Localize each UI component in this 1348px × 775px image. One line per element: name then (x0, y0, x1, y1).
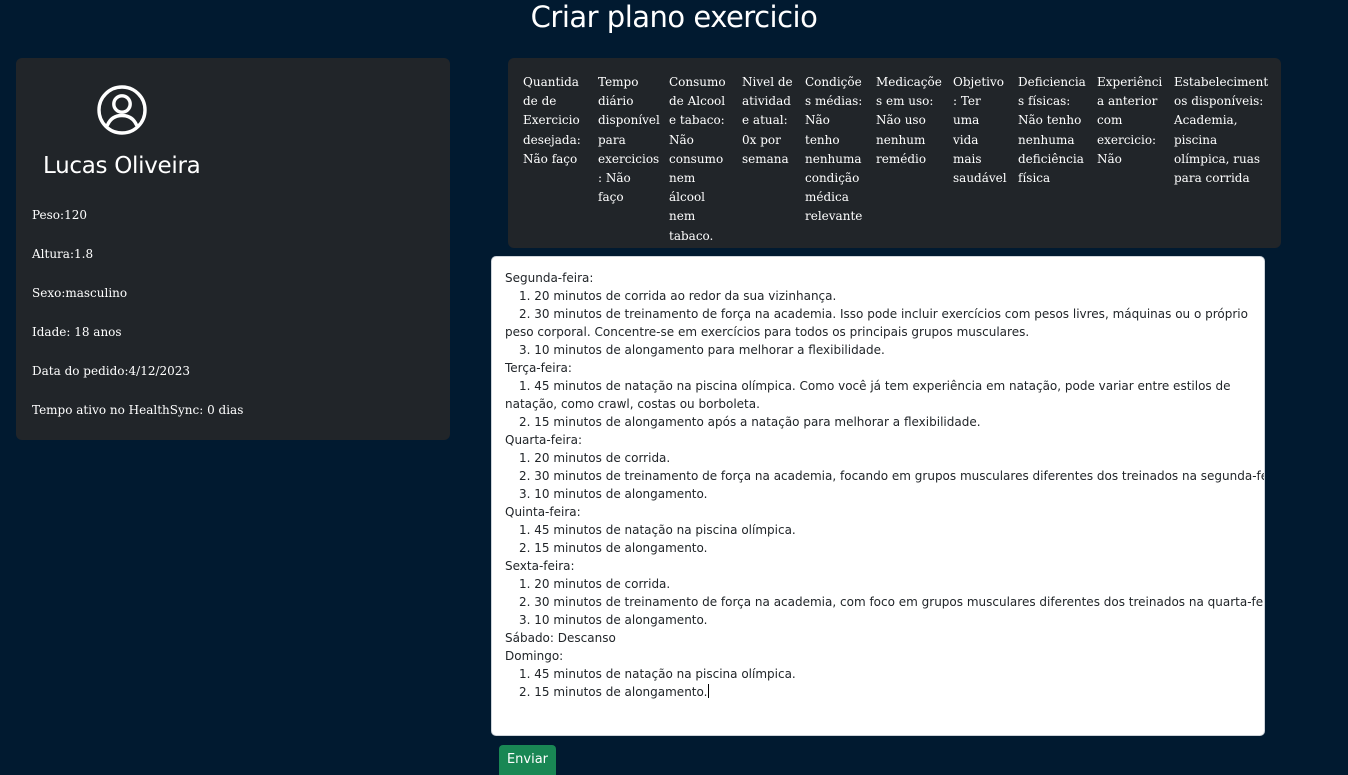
plan-item: 1. 45 minutos de natação na piscina olím… (519, 667, 796, 681)
exercise-plan-textarea[interactable]: Segunda-feira: 1. 20 minutos de corrida … (491, 256, 1265, 736)
day-label: Domingo: (505, 649, 564, 663)
day-label: Terça-feira: (505, 361, 572, 375)
active-time-info: Tempo ativo no HealthSync: 0 dias (32, 403, 244, 417)
plan-item: 2. 30 minutos de treinamento de força na… (519, 595, 1265, 609)
plan-item-text: 2. 15 minutos de alongamento. (519, 685, 708, 699)
plan-item: 3. 10 minutos de alongamento. (519, 613, 708, 627)
plan-item: 2. 30 minutos de treinamento de força na… (505, 307, 1248, 339)
answer-activity-level: Nivel de atividade atual: 0x por semana (742, 75, 793, 166)
sex-info: Sexo:masculino (32, 286, 128, 300)
answer-medical-conditions: Condições médias: Não tenho nenhuma cond… (805, 75, 863, 224)
plan-item: 1. 45 minutos de natação na piscina olím… (519, 523, 796, 537)
plan-item: 1. 20 minutos de corrida. (519, 451, 671, 465)
person-circle-icon (97, 85, 147, 135)
plan-item: 2. 30 minutos de treinamento de força na… (519, 469, 1265, 483)
plan-item: 1. 45 minutos de natação na piscina olím… (505, 379, 1231, 411)
answer-available-facilities: Estabelecimentos disponíveis: Academia, … (1174, 75, 1269, 186)
plan-item: 2. 15 minutos de alongamento após a nata… (519, 415, 981, 429)
day-label: Sábado: Descanso (505, 631, 616, 645)
plan-item: 3. 10 minutos de alongamento. (519, 487, 708, 501)
day-label: Quarta-feira: (505, 433, 582, 447)
answer-goal: Objetivo: Ter uma vida mais saudável (953, 75, 1007, 186)
day-label: Segunda-feira: (505, 271, 594, 285)
plan-item: 3. 10 minutos de alongamento para melhor… (519, 343, 885, 357)
day-label: Sexta-feira: (505, 559, 575, 573)
answer-alcohol-tobacco: Consumo de Alcool e tabaco: Não consumo … (669, 75, 726, 243)
weight-info: Peso:120 (32, 208, 87, 222)
answer-previous-experience: Experiência anterior com exercicio: Não (1097, 75, 1163, 166)
text-cursor (708, 684, 710, 698)
answer-medications: Medicações em uso: Não uso nenhum remédi… (876, 75, 942, 166)
answer-daily-time: Tempo diário disponível para exercicios:… (598, 75, 660, 205)
user-name: Lucas Oliveira (43, 153, 201, 179)
height-info: Altura:1.8 (32, 247, 94, 261)
answer-exercise-amount: Quantidade de Exercicio desejada: Não fa… (523, 75, 581, 166)
plan-item: 1. 20 minutos de corrida. (519, 577, 671, 591)
submit-button[interactable]: Enviar (499, 745, 556, 775)
age-info: Idade: 18 anos (32, 325, 122, 339)
page-title: Criar plano exercicio (530, 0, 818, 34)
request-date-info: Data do pedido:4/12/2023 (32, 364, 191, 378)
plan-item: 2. 15 minutos de alongamento. (519, 541, 708, 555)
plan-item-last: 2. 15 minutos de alongamento. (505, 683, 1251, 701)
day-label: Quinta-feira: (505, 505, 581, 519)
plan-item: 1. 20 minutos de corrida ao redor da sua… (519, 289, 837, 303)
answer-physical-disabilities: Deficiencias físicas: Não tenho nenhuma … (1018, 75, 1086, 186)
